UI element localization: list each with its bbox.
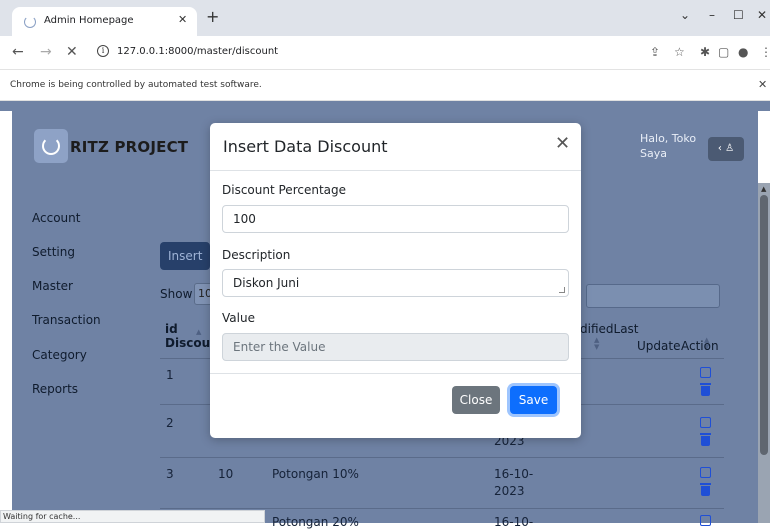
browser-tab[interactable]: Admin Homepage ✕: [12, 7, 197, 36]
automation-notice: Chrome is being controlled by automated …: [10, 80, 262, 90]
row-description: Potongan 10%: [272, 467, 359, 481]
sort-asc-icon: ▲: [196, 328, 202, 336]
row-percentage: 10: [218, 467, 234, 481]
greeting-line-2: Saya: [640, 147, 667, 160]
menu-icon[interactable]: ⋮: [760, 45, 770, 59]
forward-icon[interactable]: →: [40, 45, 52, 59]
description-label: Description: [222, 248, 291, 262]
page-scrollbar[interactable]: ▲: [758, 183, 770, 523]
table-row-divider: [160, 508, 724, 509]
edit-icon[interactable]: [700, 467, 711, 478]
sidebar-item-category[interactable]: Category: [32, 348, 87, 362]
url-field[interactable]: 127.0.0.1:8000/master/discount: [117, 46, 278, 57]
discount-percentage-label: Discount Percentage: [222, 183, 347, 197]
edit-icon[interactable]: [700, 417, 711, 428]
row-date-line1: 16-10-: [494, 467, 534, 481]
value-input[interactable]: Enter the Value: [222, 333, 569, 361]
row-date-line2: 2023: [494, 484, 525, 498]
side-panel-icon[interactable]: ▢: [718, 45, 729, 59]
minimize-icon[interactable]: –: [709, 8, 715, 22]
maximize-icon[interactable]: ☐: [733, 8, 744, 22]
description-textarea[interactable]: Diskon Juni: [222, 269, 569, 297]
modal-footer-divider: [210, 373, 581, 374]
insert-discount-button[interactable]: Insert D: [160, 242, 210, 270]
tab-close-icon[interactable]: ✕: [178, 13, 187, 26]
logo: [34, 129, 68, 163]
resize-handle-icon[interactable]: [559, 287, 565, 293]
address-bar: ← → ✕ i 127.0.0.1:8000/master/discount ⇪…: [0, 36, 770, 70]
trash-icon[interactable]: [700, 483, 711, 496]
row-id: 3: [166, 467, 174, 481]
site-info-icon[interactable]: i: [97, 45, 109, 57]
scroll-up-icon[interactable]: ▲: [761, 185, 766, 193]
infobar-close-icon[interactable]: ✕: [758, 78, 767, 91]
automation-infobar: Chrome is being controlled by automated …: [0, 70, 770, 101]
sort-icon: ▲ ▼: [594, 336, 600, 351]
edit-icon[interactable]: [700, 367, 711, 378]
modal-title: Insert Data Discount: [223, 137, 388, 156]
row-id: 2: [166, 416, 174, 430]
sidebar-item-account[interactable]: Account: [32, 211, 80, 225]
modal-close-icon[interactable]: ✕: [555, 135, 570, 153]
scrollbar-thumb[interactable]: [760, 195, 768, 455]
new-tab-icon[interactable]: +: [206, 9, 219, 25]
column-header-id-line1: id: [165, 322, 178, 336]
extensions-icon[interactable]: ✱: [700, 45, 710, 59]
show-entries-label: Show: [160, 287, 193, 301]
column-header-action: Action: [681, 339, 719, 353]
trash-icon[interactable]: [700, 433, 711, 446]
user-icon: ‹ ♙: [717, 143, 735, 154]
close-window-icon[interactable]: ✕: [757, 8, 767, 22]
share-icon[interactable]: ⇪: [650, 45, 660, 59]
column-header-id-line2: Discou: [165, 336, 211, 350]
column-header-id[interactable]: id Discou: [165, 322, 210, 350]
logo-icon: [42, 137, 60, 155]
sidebar-item-setting[interactable]: Setting: [32, 245, 75, 259]
logout-button[interactable]: ‹ ♙: [708, 137, 744, 161]
table-row-divider: [160, 457, 724, 458]
modal-header-divider: [210, 170, 581, 171]
table-search-input[interactable]: [586, 284, 720, 308]
tab-title: Admin Homepage: [44, 15, 134, 26]
browser-tab-bar: Admin Homepage ✕ + ⌄ – ☐ ✕: [0, 0, 770, 36]
trash-icon[interactable]: [700, 383, 711, 396]
sidebar: Account Setting Master Transaction Categ…: [12, 183, 124, 523]
page-top-strip: [0, 101, 770, 111]
user-greeting: Halo, Toko Saya: [640, 131, 696, 161]
row-id: 1: [166, 368, 174, 382]
tab-search-icon[interactable]: ⌄: [680, 8, 690, 22]
column-header-last-update[interactable]: Update: [637, 339, 680, 353]
brand-name: RITZ PROJECT: [70, 138, 189, 156]
close-button[interactable]: Close: [452, 386, 500, 414]
column-header-modified[interactable]: difiedLast: [580, 322, 639, 336]
sidebar-item-master[interactable]: Master: [32, 279, 73, 293]
sidebar-item-reports[interactable]: Reports: [32, 382, 78, 396]
greeting-line-1: Halo, Toko: [640, 132, 697, 145]
sidebar-item-transaction[interactable]: Transaction: [32, 313, 101, 327]
description-value: Diskon Juni: [233, 276, 300, 290]
save-button[interactable]: Save: [510, 386, 557, 414]
edit-icon[interactable]: [700, 515, 711, 526]
loading-icon: [24, 16, 36, 28]
bookmark-star-icon[interactable]: ☆: [674, 45, 685, 59]
value-label: Value: [222, 311, 255, 325]
back-icon[interactable]: ←: [12, 45, 24, 59]
insert-discount-modal: Insert Data Discount ✕ Discount Percenta…: [210, 123, 581, 438]
browser-status-bar: Waiting for cache...: [0, 510, 265, 523]
stop-icon[interactable]: ✕: [66, 45, 78, 59]
profile-icon[interactable]: ●: [738, 45, 748, 59]
discount-percentage-input[interactable]: 100: [222, 205, 569, 233]
